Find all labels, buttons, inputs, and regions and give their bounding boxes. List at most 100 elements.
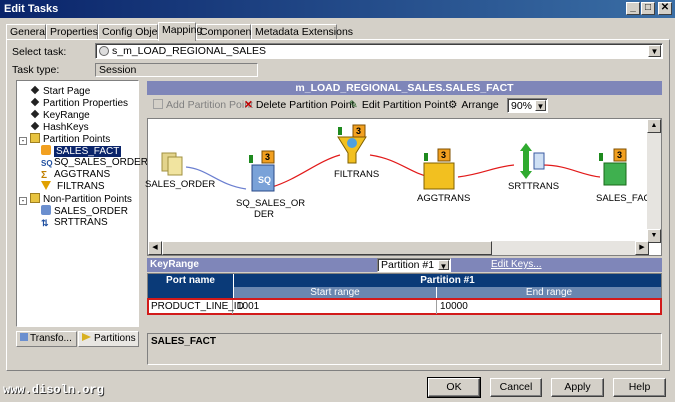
apply-button[interactable]: Apply (551, 378, 604, 397)
chevron-down-icon[interactable]: ▼ (648, 45, 661, 57)
button-label: Add Partition Point (166, 99, 253, 111)
cell-end-range[interactable]: 10000 (438, 300, 468, 314)
partition-icon (82, 333, 91, 341)
task-type-label: Task type: (12, 64, 60, 76)
sorter-icon: ⇅ (41, 218, 49, 228)
node-sq-sales-order[interactable]: SQ (249, 150, 275, 192)
close-button[interactable]: ✕ (658, 2, 672, 15)
tab-transformations[interactable]: Transfo... (16, 331, 77, 347)
target-icon (41, 145, 51, 155)
canvas-vertical-scrollbar[interactable]: ▲ ▼ (647, 119, 661, 243)
cancel-button[interactable]: Cancel (490, 378, 542, 397)
help-button[interactable]: Help (613, 378, 666, 397)
flag-icon (249, 155, 253, 163)
cell-port-name: PRODUCT_LINE_ID (151, 300, 244, 314)
tab-components[interactable]: Components (196, 24, 260, 40)
window-titlebar: Edit Tasks (0, 0, 675, 18)
flag-icon (599, 153, 603, 161)
button-label: Edit Partition Point (361, 99, 449, 111)
keyrange-title: KeyRange (150, 259, 199, 270)
tree-item-filtrans[interactable]: FILTRANS (41, 181, 105, 193)
scroll-up-icon[interactable]: ▲ (647, 119, 661, 133)
add-partition-point-button[interactable]: Add Partition Point (153, 98, 253, 112)
badge-sq: 3 (265, 152, 270, 162)
scroll-left-icon[interactable]: ◀ (148, 241, 162, 255)
aggregator-icon: Σ (41, 170, 48, 181)
scroll-down-icon[interactable]: ▼ (647, 229, 661, 243)
tab-config-object[interactable]: Config Object (98, 24, 166, 40)
partition-select[interactable]: Partition #1 ▼ (377, 258, 451, 272)
node-label-aggtrans: AGGTRANS (417, 193, 471, 204)
table-row[interactable]: PRODUCT_LINE_ID 1001 10000 (147, 298, 662, 315)
target-icon (603, 162, 627, 186)
tree-item-sq-sales-order[interactable]: SQSQ_SALES_ORDER (41, 157, 148, 169)
tree-item-label: Partition Points (43, 134, 111, 145)
scroll-right-icon[interactable]: ▶ (635, 241, 649, 255)
arrange-icon: ⚙ (448, 99, 458, 111)
arrange-button[interactable]: ⚙ Arrange (448, 98, 499, 112)
tree-item-aggtrans[interactable]: Σ AGGTRANS (41, 169, 110, 181)
mapping-diagram: SQ 3 3 3 3 (161, 124, 627, 192)
tab-general[interactable]: General (6, 24, 47, 40)
sorter-bar (523, 149, 529, 173)
source-qualifier-icon: SQ (41, 159, 53, 168)
tree-item-label: SALES_FACT (54, 146, 122, 157)
tab-properties[interactable]: Properties (46, 24, 98, 40)
flag-icon (338, 127, 342, 135)
tree-item-label: Start Page (43, 86, 91, 97)
node-label-sq-sales-order: SQ_SALES_OR DER (236, 198, 306, 220)
diamond-icon (30, 121, 40, 131)
node-filtrans[interactable] (337, 124, 367, 164)
zoom-select[interactable]: 90% ▼ (507, 98, 548, 113)
folder-icon (30, 193, 40, 203)
select-task-dropdown[interactable]: s_m_LOAD_REGIONAL_SALES ▼ (95, 43, 663, 59)
diamond-icon (30, 85, 40, 95)
minimize-button[interactable]: _ (626, 2, 640, 15)
edit-partition-point-button[interactable]: ✎ Edit Partition Point (349, 98, 448, 112)
flag-icon (424, 153, 428, 161)
column-header-partition: Partition #1 (234, 274, 661, 287)
select-task-value: s_m_LOAD_REGIONAL_SALES (112, 45, 267, 57)
partition-tree: Start Page Partition Properties KeyRange… (16, 80, 148, 327)
task-type-field: Session (95, 63, 258, 77)
ok-button[interactable]: OK (427, 377, 481, 398)
mapping-canvas[interactable]: SQ 3 3 3 3 SALES_ORDER SQ_SALES_OR DER F… (145, 118, 662, 256)
cell-start-range[interactable]: 1001 (235, 300, 437, 314)
canvas-horizontal-scrollbar[interactable]: ◀ ▶ (148, 241, 649, 255)
chevron-down-icon[interactable]: ▼ (535, 100, 546, 111)
sq-glyph: SQ (258, 175, 271, 185)
tree-item-label: Non-Partition Points (43, 194, 132, 205)
collapse-icon[interactable]: - (19, 137, 27, 145)
tab-label: Partitions (94, 333, 136, 344)
node-label-srttrans: SRTTRANS (508, 181, 560, 192)
tab-label: Transfo... (30, 333, 72, 344)
tab-mapping[interactable]: Mapping (158, 22, 202, 41)
partition-select-value: Partition #1 (381, 259, 435, 271)
collapse-icon[interactable]: - (19, 197, 27, 205)
badge-aggtrans: 3 (441, 150, 446, 160)
tab-metadata-extensions[interactable]: Metadata Extensions (251, 24, 353, 40)
link-srttrans-salesfact (541, 164, 601, 178)
scroll-thumb[interactable] (162, 241, 492, 255)
tree-item-label: FILTRANS (57, 181, 105, 192)
filter-dot (347, 138, 357, 148)
tree-item-label: Partition Properties (43, 98, 129, 109)
sort-list-icon (533, 152, 545, 170)
link-sq-filtrans (271, 154, 341, 188)
tree-item-label: KeyRange (43, 110, 90, 121)
node-aggtrans[interactable] (423, 148, 455, 190)
node-srttrans[interactable] (520, 143, 545, 179)
tree-item-srttrans[interactable]: ⇅ SRTTRANS (41, 217, 108, 229)
edit-keys-link[interactable]: Edit Keys... (491, 259, 542, 270)
badge-salesfact: 3 (617, 150, 622, 160)
tree-item-label: HashKeys (43, 122, 89, 133)
node-sales-order[interactable] (161, 152, 183, 176)
tree-item-label: SQ_SALES_ORDER (54, 157, 148, 168)
tab-partitions[interactable]: Partitions (78, 331, 139, 347)
keyrange-grid: Port name Partition #1 Start range End r… (147, 273, 662, 315)
delete-partition-point-button[interactable]: ✕ Delete Partition Point (244, 98, 354, 112)
button-label: Arrange (461, 99, 499, 111)
chevron-down-icon[interactable]: ▼ (438, 260, 449, 271)
node-label-filtrans: FILTRANS (334, 169, 380, 180)
maximize-button[interactable]: □ (641, 2, 655, 15)
